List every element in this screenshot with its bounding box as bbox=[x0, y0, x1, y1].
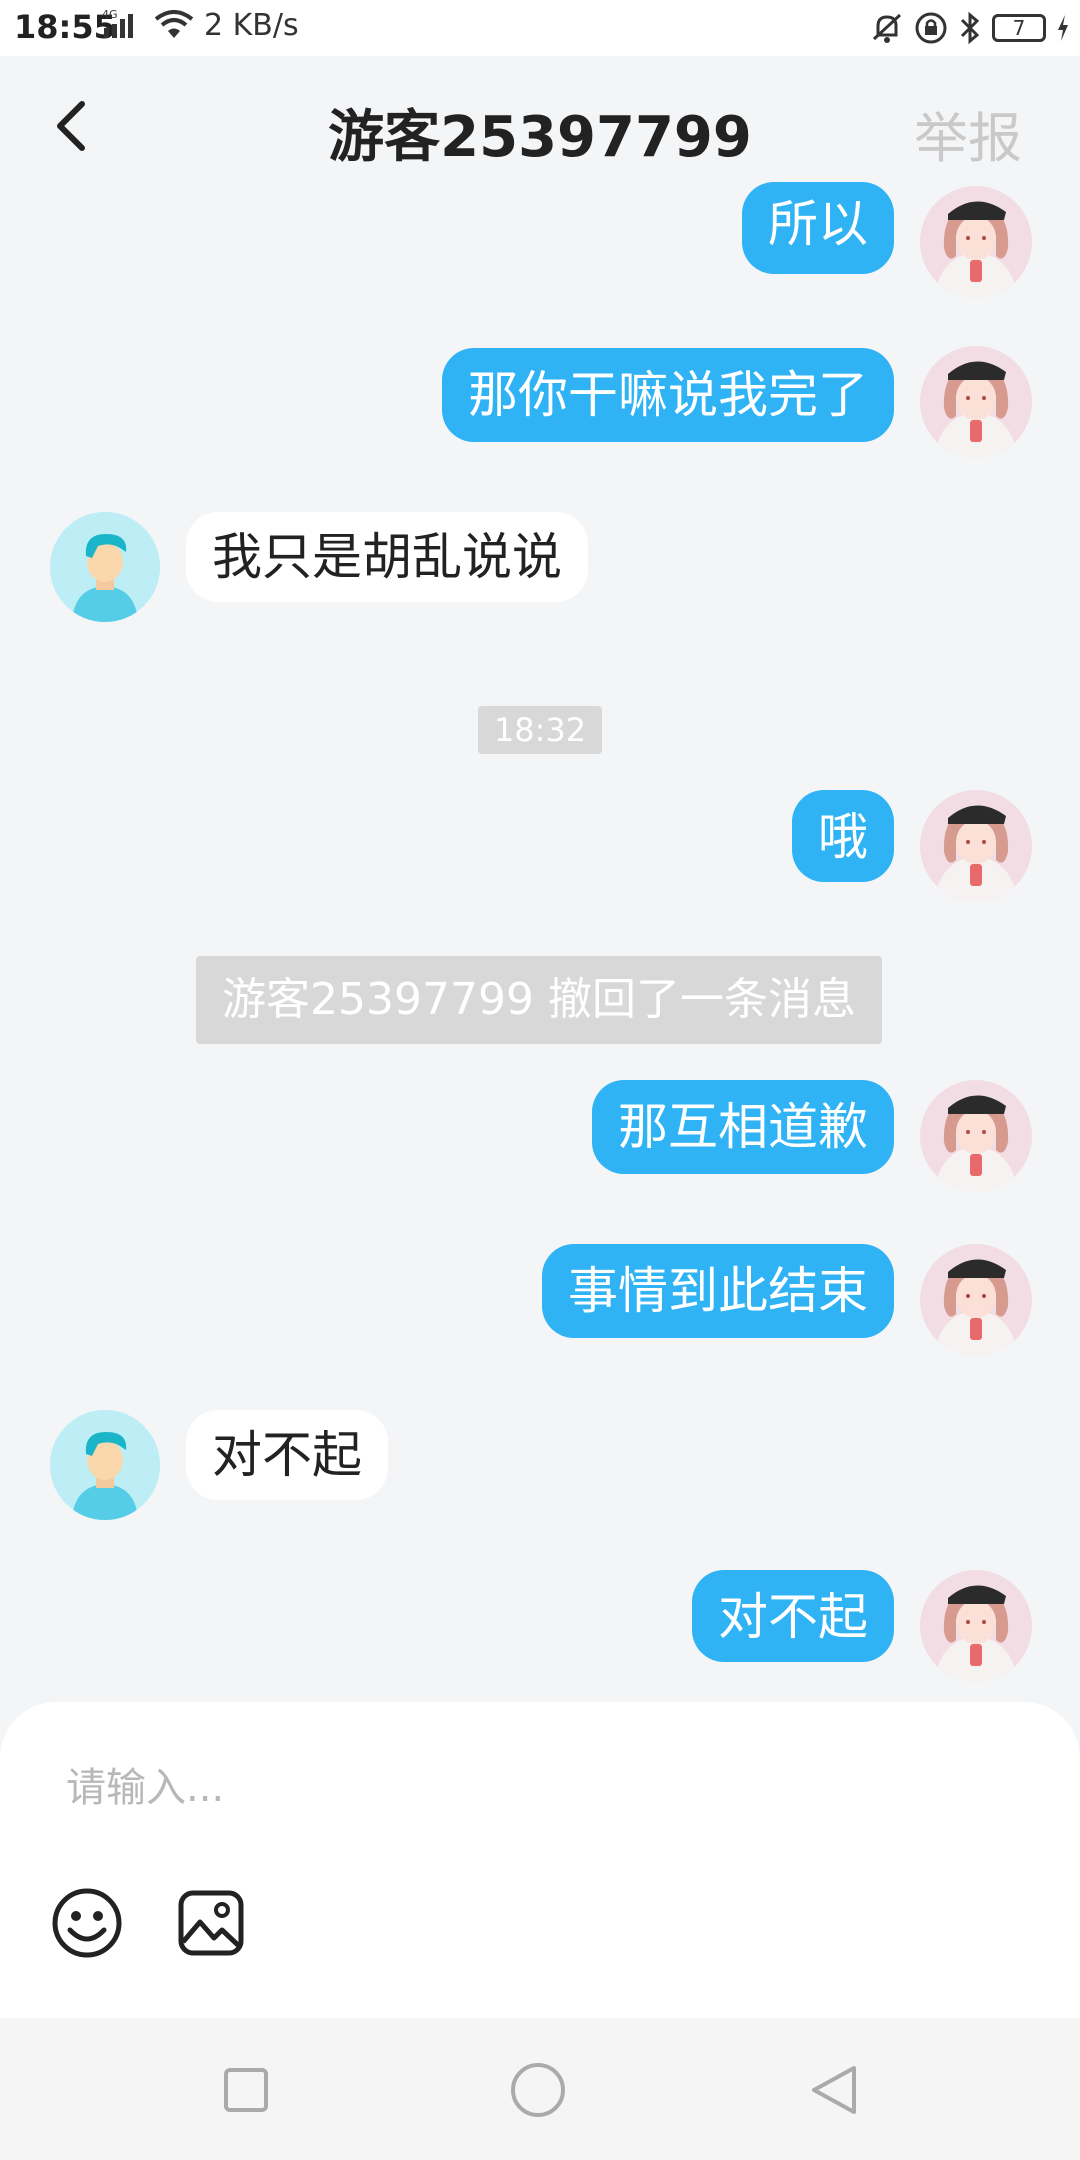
recent-apps-icon[interactable] bbox=[216, 2060, 276, 2120]
message-bubble[interactable]: 那互相道歉 bbox=[592, 1080, 894, 1174]
my-avatar[interactable] bbox=[920, 790, 1032, 902]
message-row: 那你干嘛说我完了 bbox=[0, 346, 1080, 462]
status-right-icons: 7 bbox=[870, 8, 1070, 48]
status-time: 18:55 bbox=[14, 8, 116, 46]
my-avatar[interactable] bbox=[920, 1080, 1032, 1192]
report-button[interactable]: 举报 bbox=[914, 94, 1022, 173]
message-row: 事情到此结束 bbox=[0, 1244, 1080, 1360]
lock-rotation-icon bbox=[915, 12, 947, 44]
message-row: 对不起 bbox=[0, 1570, 1080, 1686]
girl-avatar-icon bbox=[920, 790, 1032, 902]
message-row: 我只是胡乱说说 bbox=[0, 512, 1080, 628]
bluetooth-icon bbox=[960, 11, 980, 45]
girl-avatar-icon bbox=[920, 186, 1032, 298]
charging-icon bbox=[1058, 15, 1068, 41]
back-nav-icon[interactable] bbox=[804, 2060, 864, 2120]
message-row: 对不起 bbox=[0, 1410, 1080, 1526]
user-avatar-icon bbox=[50, 512, 160, 622]
chat-screen: 18:55 4G 2 KB/s 7 游客25397799 举报 所以 那你干嘛说… bbox=[0, 0, 1080, 2160]
battery-icon: 7 bbox=[992, 14, 1046, 42]
status-bar: 18:55 4G 2 KB/s 7 bbox=[0, 0, 1080, 56]
message-bubble[interactable]: 对不起 bbox=[692, 1570, 894, 1662]
home-icon[interactable] bbox=[508, 2060, 568, 2120]
my-avatar[interactable] bbox=[920, 1244, 1032, 1356]
girl-avatar-icon bbox=[920, 1244, 1032, 1356]
svg-text:4G: 4G bbox=[102, 8, 118, 21]
signal-4g-icon: 4G bbox=[102, 8, 133, 38]
my-avatar[interactable] bbox=[920, 186, 1032, 298]
recall-notice: 游客25397799 撤回了一条消息 bbox=[196, 956, 882, 1044]
message-bubble[interactable]: 我只是胡乱说说 bbox=[186, 512, 588, 602]
bell-muted-icon bbox=[872, 13, 902, 43]
chat-header: 游客25397799 举报 bbox=[0, 56, 1080, 196]
emoji-icon[interactable] bbox=[50, 1886, 124, 1960]
user-avatar-icon bbox=[50, 1410, 160, 1520]
girl-avatar-icon bbox=[920, 1570, 1032, 1682]
my-avatar[interactable] bbox=[920, 1570, 1032, 1682]
message-bubble[interactable]: 事情到此结束 bbox=[542, 1244, 894, 1338]
message-row: 哦 bbox=[0, 790, 1080, 906]
girl-avatar-icon bbox=[920, 1080, 1032, 1192]
input-panel bbox=[0, 1702, 1080, 2018]
image-icon[interactable] bbox=[176, 1888, 246, 1958]
message-bubble[interactable]: 对不起 bbox=[186, 1410, 388, 1500]
wifi-icon bbox=[154, 10, 194, 38]
message-input[interactable] bbox=[64, 1752, 1018, 1824]
contact-avatar[interactable] bbox=[50, 1410, 160, 1520]
message-list: 所以 那你干嘛说我完了 我只是胡乱说说 18:32 哦 游客25397799 撤… bbox=[0, 182, 1080, 1700]
message-bubble[interactable]: 那你干嘛说我完了 bbox=[442, 348, 894, 442]
message-row: 那互相道歉 bbox=[0, 1080, 1080, 1196]
message-bubble[interactable]: 哦 bbox=[792, 790, 894, 882]
network-speed: 2 KB/s bbox=[204, 8, 299, 43]
timestamp-chip: 18:32 bbox=[478, 706, 602, 754]
contact-avatar[interactable] bbox=[50, 512, 160, 622]
my-avatar[interactable] bbox=[920, 346, 1032, 458]
message-row: 所以 bbox=[0, 182, 1080, 308]
message-bubble[interactable]: 所以 bbox=[742, 182, 894, 274]
system-nav-bar bbox=[0, 2018, 1080, 2160]
girl-avatar-icon bbox=[920, 346, 1032, 458]
